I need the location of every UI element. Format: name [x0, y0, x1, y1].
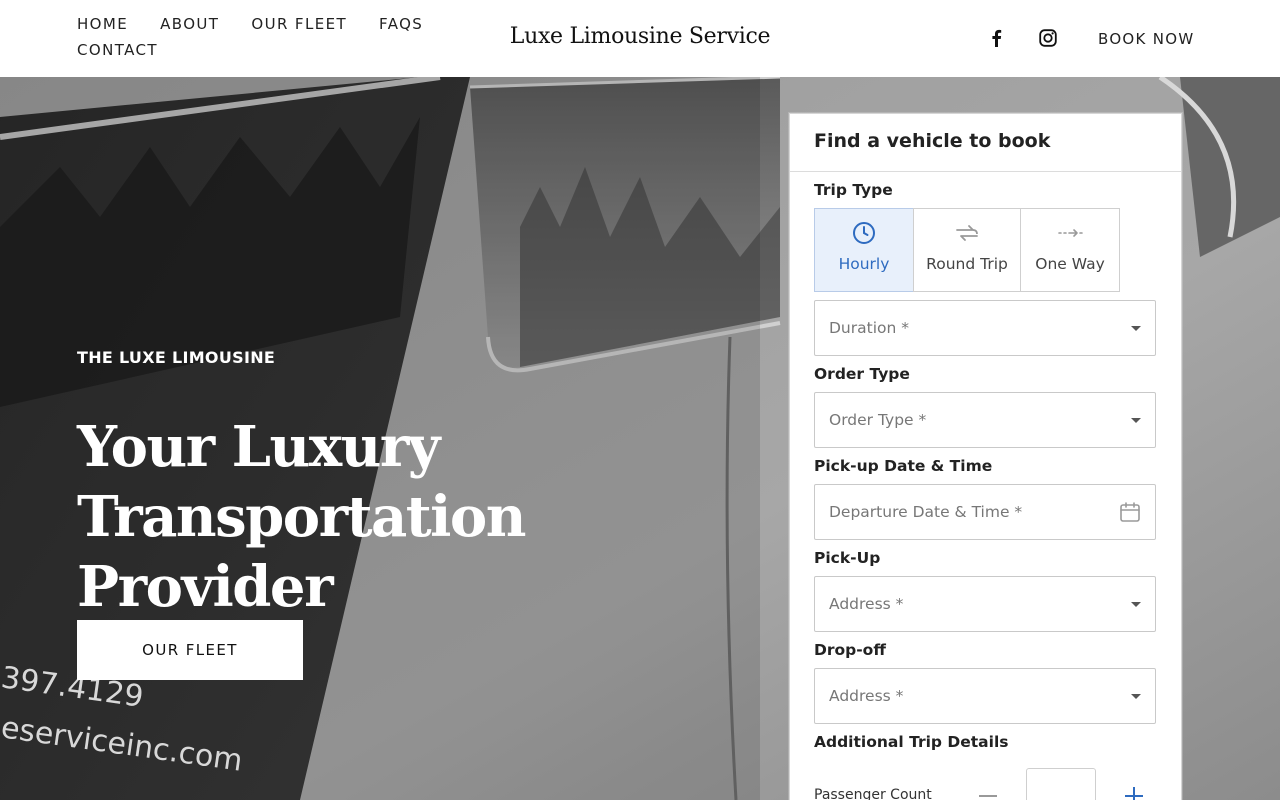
site-header: HOME ABOUT OUR FLEET FAQS CONTACT Luxe L… — [0, 0, 1280, 77]
trip-type-hourly[interactable]: Hourly — [814, 208, 914, 292]
chevron-down-icon — [1131, 326, 1141, 331]
dropoff-label: Drop-off — [814, 641, 886, 659]
trip-type-one-way[interactable]: One Way — [1020, 208, 1120, 292]
hero-headline: Your Luxury Transportation Provider — [77, 412, 757, 622]
main-nav: HOME ABOUT OUR FLEET FAQS CONTACT — [77, 14, 437, 60]
nav-our-fleet[interactable]: OUR FLEET — [251, 14, 347, 34]
passenger-count-row: Passenger Count — [814, 768, 1156, 800]
hero-headline-line-2: Transportation Provider — [77, 484, 527, 620]
hero-eyebrow: THE LUXE LIMOUSINE — [77, 348, 276, 367]
one-way-icon — [1057, 221, 1083, 245]
pickup-address-select[interactable]: Address * — [814, 576, 1156, 632]
pickup-address-placeholder: Address * — [829, 595, 904, 613]
trip-type-selector: Hourly Round Trip One Way — [814, 208, 1120, 292]
dropoff-address-placeholder: Address * — [829, 687, 904, 705]
trip-type-hourly-label: Hourly — [838, 255, 890, 273]
round-trip-icon — [954, 221, 980, 245]
order-type-select[interactable]: Order Type * — [814, 392, 1156, 448]
hero-headline-line-1: Your Luxury — [77, 414, 440, 480]
our-fleet-button[interactable]: OUR FLEET — [77, 620, 303, 680]
order-type-label: Order Type — [814, 365, 910, 383]
minus-icon[interactable] — [978, 786, 998, 800]
book-now-link[interactable]: BOOK NOW — [1098, 29, 1195, 49]
clock-icon — [852, 221, 876, 245]
facebook-icon[interactable] — [985, 27, 1007, 49]
nav-faqs[interactable]: FAQS — [379, 14, 423, 34]
nav-home[interactable]: HOME — [77, 14, 128, 34]
calendar-icon[interactable] — [1119, 501, 1141, 527]
trip-type-one-way-label: One Way — [1035, 255, 1105, 273]
departure-datetime-input[interactable]: Departure Date & Time * — [814, 484, 1156, 540]
order-type-placeholder: Order Type * — [829, 411, 927, 429]
booking-panel-title: Find a vehicle to book — [790, 114, 1181, 172]
site-logo[interactable]: Luxe Limousine Service — [510, 24, 771, 49]
chevron-down-icon — [1131, 602, 1141, 607]
pickup-datetime-label: Pick-up Date & Time — [814, 457, 993, 475]
plus-icon[interactable] — [1124, 786, 1144, 800]
trip-type-label: Trip Type — [814, 181, 893, 199]
chevron-down-icon — [1131, 694, 1141, 699]
pickup-label: Pick-Up — [814, 549, 881, 567]
departure-datetime-placeholder: Departure Date & Time * — [829, 503, 1023, 521]
trip-type-round-trip[interactable]: Round Trip — [913, 208, 1021, 292]
instagram-icon[interactable] — [1037, 27, 1059, 49]
passenger-count-input[interactable] — [1026, 768, 1096, 800]
additional-details-label: Additional Trip Details — [814, 733, 1009, 751]
chevron-down-icon — [1131, 418, 1141, 423]
dropoff-address-select[interactable]: Address * — [814, 668, 1156, 724]
nav-contact[interactable]: CONTACT — [77, 40, 158, 60]
duration-select[interactable]: Duration * — [814, 300, 1156, 356]
booking-panel: Find a vehicle to book Trip Type Hourly … — [789, 113, 1182, 800]
nav-about[interactable]: ABOUT — [160, 14, 219, 34]
passenger-count-label: Passenger Count — [814, 787, 932, 800]
duration-placeholder: Duration * — [829, 319, 909, 337]
trip-type-round-trip-label: Round Trip — [926, 255, 1008, 273]
